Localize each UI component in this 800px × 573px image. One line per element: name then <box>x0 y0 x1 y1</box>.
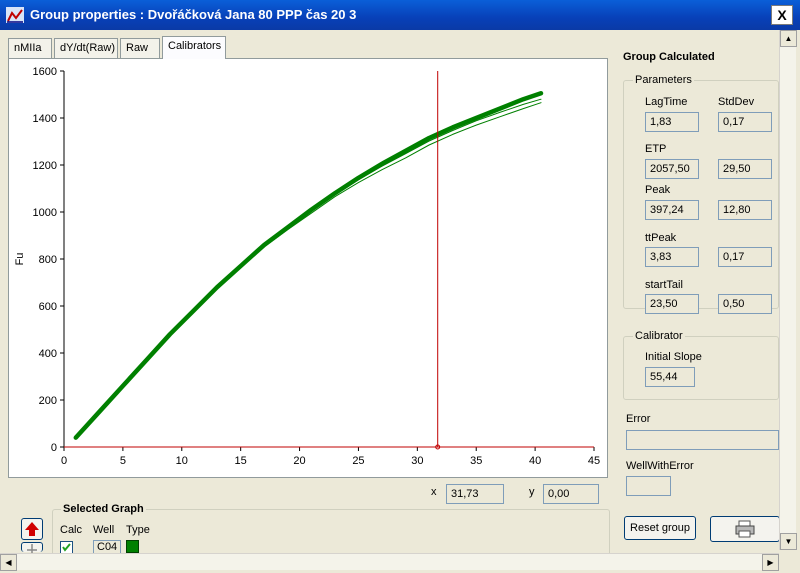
vertical-scrollbar[interactable]: ▲ ▼ <box>779 30 797 550</box>
reset-group-button[interactable]: Reset group <box>624 516 696 540</box>
y-tick-label: 400 <box>39 348 57 360</box>
parameters-legend: Parameters <box>633 74 694 86</box>
type-color-swatch[interactable] <box>126 540 139 553</box>
y-tick-label: 1000 <box>33 207 57 219</box>
horizontal-scrollbar[interactable]: ◀ ▶ <box>0 553 779 571</box>
x-tick-label: 30 <box>411 455 423 467</box>
cursor-x-field[interactable]: 31,73 <box>446 484 504 504</box>
scroll-right-icon[interactable]: ▶ <box>762 554 779 571</box>
well-value: C04 <box>93 540 121 554</box>
etp-sd-value: 29,50 <box>718 159 772 179</box>
move-down-button[interactable] <box>21 542 43 553</box>
y-tick-label: 1200 <box>33 160 57 172</box>
wellwitherror-field[interactable] <box>626 476 671 496</box>
well-label: Well <box>93 524 115 536</box>
scroll-up-icon[interactable]: ▲ <box>780 30 797 47</box>
checkmark-icon <box>62 543 71 552</box>
x-tick-label: 45 <box>588 455 600 467</box>
x-tick-label: 10 <box>176 455 188 467</box>
x-tick-label: 0 <box>61 455 67 467</box>
type-label: Type <box>126 524 150 536</box>
y-tick-label: 600 <box>39 301 57 313</box>
peak-sd-value: 12,80 <box>718 200 772 220</box>
starttail-sd-value: 0,50 <box>718 294 772 314</box>
y-axis-label: Fu <box>14 253 26 266</box>
initial-slope-value: 55,44 <box>645 367 695 387</box>
y-tick-label: 0 <box>51 442 57 454</box>
y-tick-label: 200 <box>39 395 57 407</box>
tab-nmiia[interactable]: nMIIa <box>8 38 52 58</box>
printer-icon <box>735 520 755 538</box>
lagtime-label: LagTime <box>645 96 688 108</box>
chart[interactable]: 0 200 400 600 800 1000 1200 1400 1600 0 5 10 15 20 25 3… <box>9 59 607 477</box>
print-button[interactable] <box>710 516 780 542</box>
x-tick-label: 15 <box>235 455 247 467</box>
tab-dydt-raw[interactable]: dY/dt(Raw) <box>54 38 118 58</box>
ttpeak-label: ttPeak <box>645 232 677 244</box>
cursor-x-label: x <box>431 486 437 498</box>
chart-panel: 0 200 400 600 800 1000 1200 1400 1600 0 5 10 15 20 25 3… <box>8 58 608 478</box>
ttpeak-sd-value: 0,17 <box>718 247 772 267</box>
group-calculated-title: Group Calculated <box>623 51 715 63</box>
down-arrow-icon <box>27 544 37 553</box>
x-tick-label: 35 <box>470 455 482 467</box>
x-tick-label: 5 <box>120 455 126 467</box>
x-tick-label: 20 <box>293 455 305 467</box>
lagtime-sd-value: 0,17 <box>718 112 772 132</box>
y-tick-label: 800 <box>39 254 57 266</box>
cursor-y-label: y <box>529 486 535 498</box>
tab-raw[interactable]: Raw <box>120 38 160 58</box>
tab-calibrators[interactable]: Calibrators <box>162 36 226 59</box>
starttail-value: 23,50 <box>645 294 699 314</box>
starttail-label: startTail <box>645 279 683 291</box>
ttpeak-value: 3,83 <box>645 247 699 267</box>
selected-graph-title: Selected Graph <box>61 503 146 515</box>
y-tick-label: 1600 <box>33 66 57 78</box>
scroll-left-icon[interactable]: ◀ <box>0 554 17 571</box>
stddev-label: StdDev <box>718 96 755 108</box>
calc-label: Calc <box>60 524 83 536</box>
peak-value: 397,24 <box>645 200 699 220</box>
etp-label: ETP <box>645 143 667 155</box>
x-tick-label: 40 <box>529 455 541 467</box>
title-bar: Group properties : Dvořáčková Jana 80 PP… <box>0 0 800 30</box>
scroll-down-icon[interactable]: ▼ <box>780 533 797 550</box>
error-label: Error <box>626 413 651 425</box>
y-tick-label: 1400 <box>33 113 57 125</box>
close-button[interactable]: X <box>771 5 793 25</box>
error-field[interactable] <box>626 430 779 450</box>
up-arrow-icon <box>25 522 39 536</box>
lagtime-value: 1,83 <box>645 112 699 132</box>
calibrator-legend: Calibrator <box>633 330 685 342</box>
initial-slope-label: Initial Slope <box>645 351 702 363</box>
peak-label: Peak <box>645 184 671 196</box>
window-title: Group properties : Dvořáčková Jana 80 PP… <box>30 7 357 22</box>
x-tick-label: 25 <box>352 455 364 467</box>
group-calculated-panel: Group Calculated Parameters LagTime StdD… <box>615 44 785 507</box>
move-up-button[interactable] <box>21 518 43 540</box>
app-icon <box>6 7 24 23</box>
etp-value: 2057,50 <box>645 159 699 179</box>
cursor-y-field[interactable]: 0,00 <box>543 484 599 504</box>
wellwitherror-label: WellWithError <box>626 460 694 472</box>
